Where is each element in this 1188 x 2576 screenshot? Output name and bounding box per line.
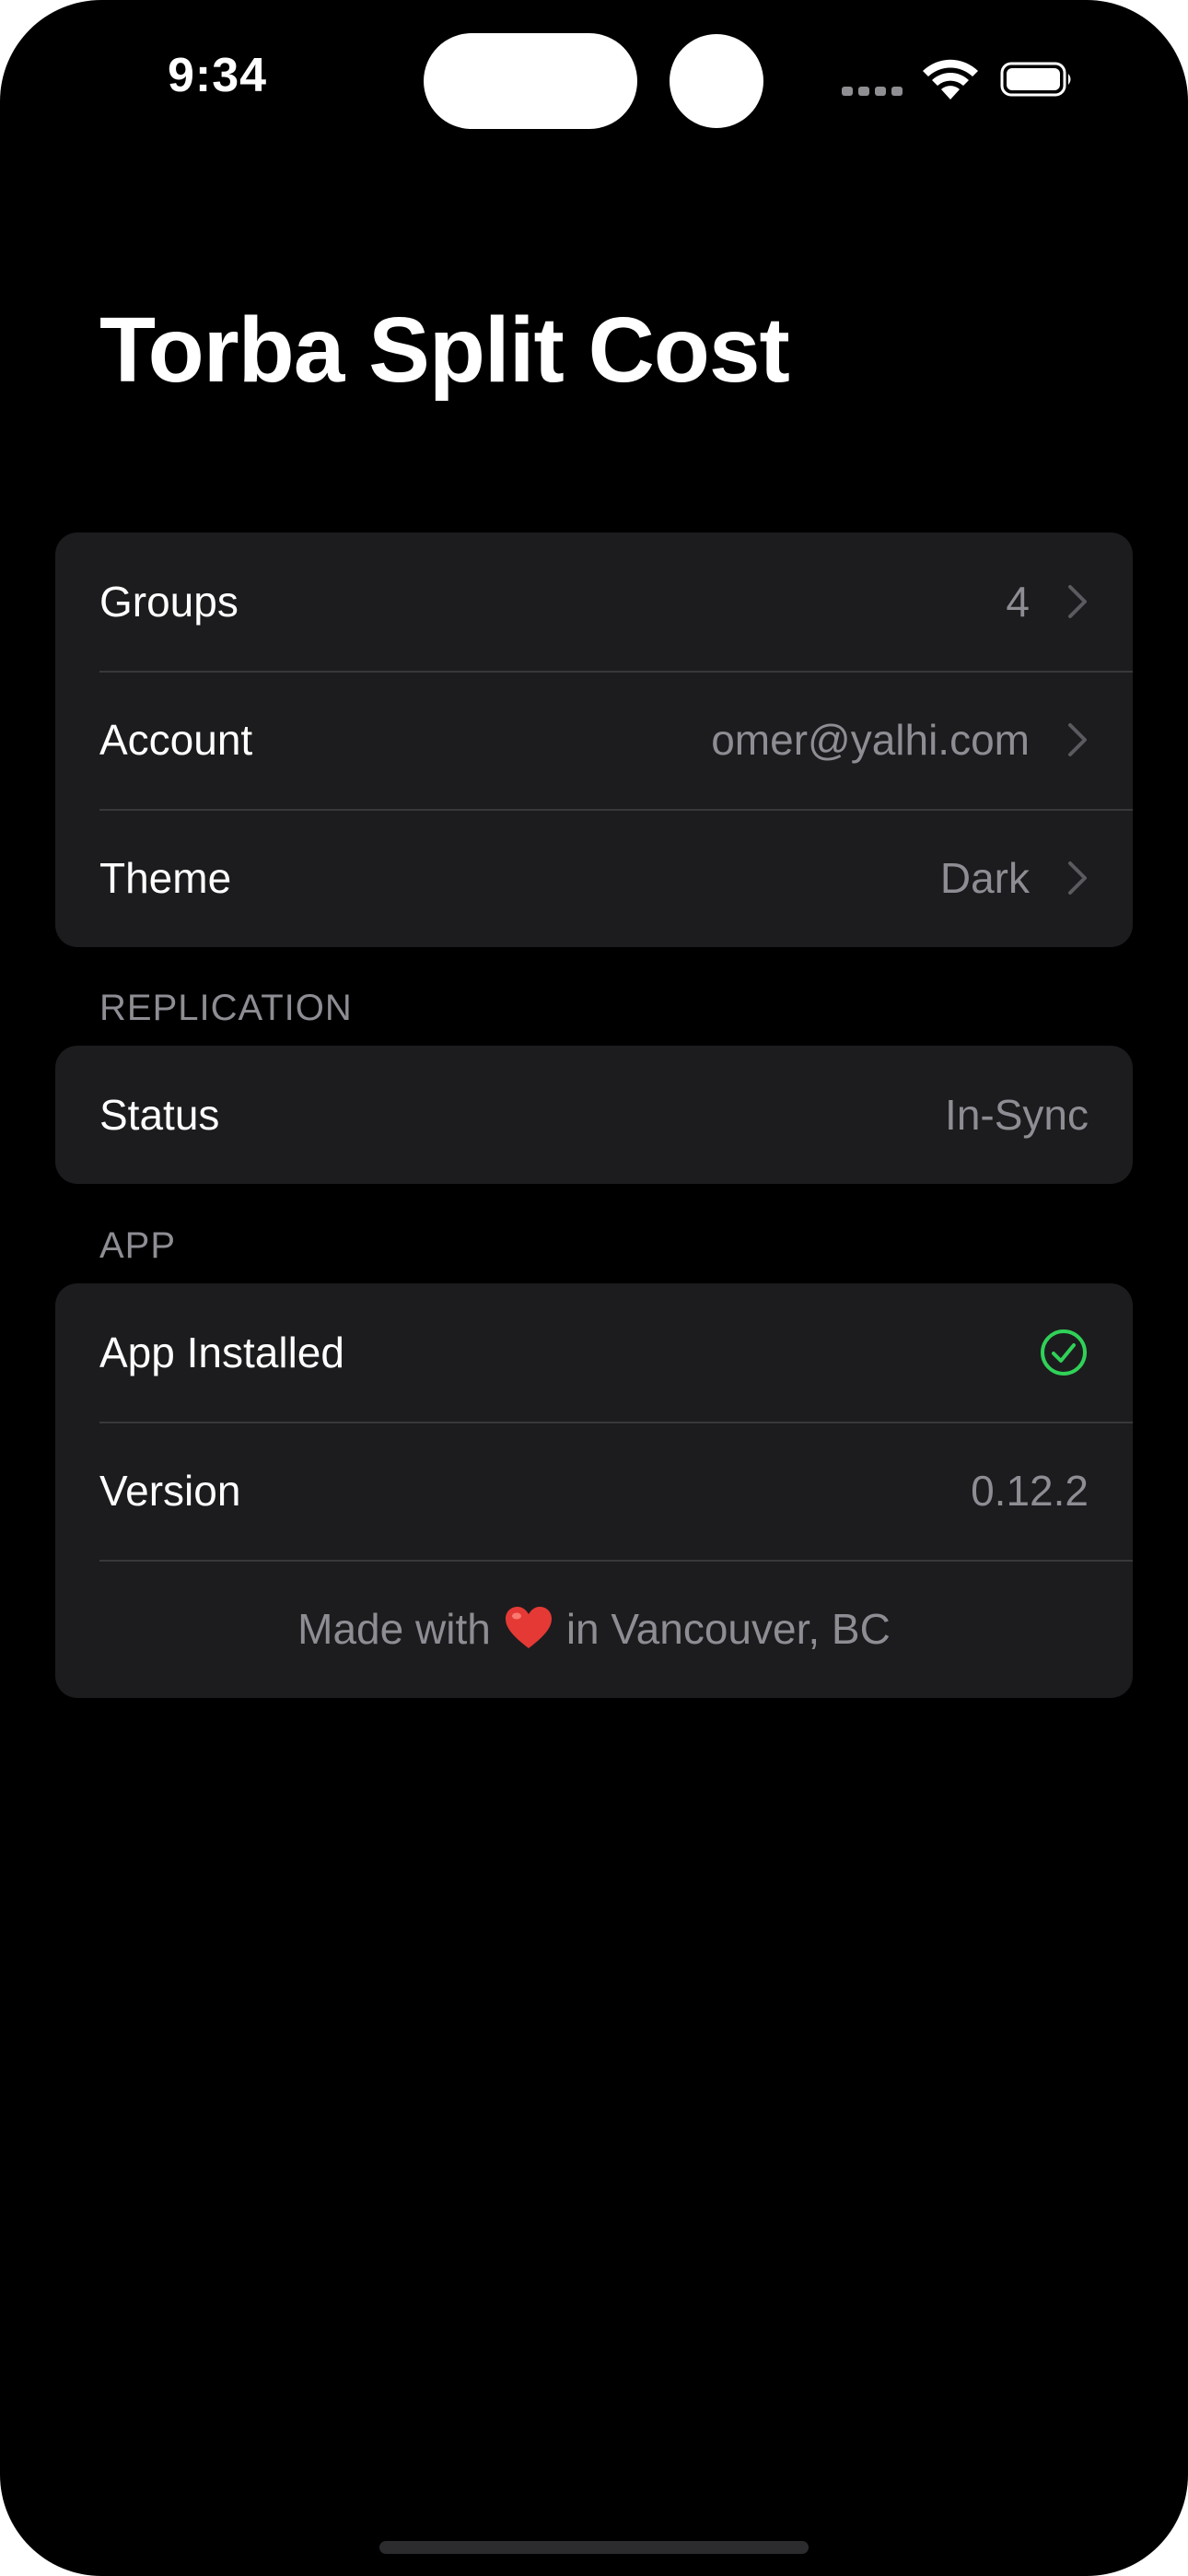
settings-group-app: App Installed Version 0.12.2 Made with i… [55, 1283, 1133, 1698]
settings-group-replication: Status In-Sync [55, 1046, 1133, 1184]
groups-count: 4 [1006, 578, 1030, 626]
replication-section-header: REPLICATION [99, 988, 353, 1028]
status-row: Status In-Sync [55, 1046, 1133, 1184]
account-label: Account [99, 716, 253, 764]
footer-text-start: Made with [297, 1605, 491, 1653]
groups-label: Groups [99, 578, 239, 626]
settings-group-main: Groups 4 Account omer@yalhi.com Theme Da… [55, 533, 1133, 947]
app-installed-row: App Installed [55, 1283, 1133, 1422]
home-indicator[interactable] [379, 2541, 809, 2554]
account-email: omer@yalhi.com [711, 716, 1030, 764]
theme-row[interactable]: Theme Dark [55, 809, 1133, 947]
status-label: Status [99, 1091, 220, 1139]
battery-icon [1000, 62, 1071, 97]
groups-row[interactable]: Groups 4 [55, 533, 1133, 671]
version-value: 0.12.2 [971, 1467, 1089, 1515]
theme-value: Dark [939, 854, 1030, 902]
app-installed-label: App Installed [99, 1329, 344, 1376]
camera-cutout [670, 34, 763, 128]
checkmark-circle-icon [1041, 1329, 1087, 1376]
footer-text-end: in Vancouver, BC [565, 1605, 891, 1653]
chevron-right-icon [1068, 585, 1087, 618]
version-label: Version [99, 1467, 241, 1515]
theme-label: Theme [99, 854, 232, 902]
cellular-signal-icon [842, 87, 903, 96]
chevron-right-icon [1068, 723, 1087, 756]
page-title: Torba Split Cost [99, 299, 790, 402]
dynamic-island [424, 33, 637, 129]
footer-text: Made with in Vancouver, BC [297, 1604, 891, 1654]
wifi-icon [923, 59, 978, 100]
status-value: In-Sync [945, 1091, 1089, 1139]
account-row[interactable]: Account omer@yalhi.com [55, 671, 1133, 809]
phone-screen: 9:34 Torba Split Cost Groups 4 Account o… [0, 0, 1188, 2576]
made-with-love-row: Made with in Vancouver, BC [55, 1560, 1133, 1698]
chevron-right-icon [1068, 861, 1087, 895]
version-row: Version 0.12.2 [55, 1422, 1133, 1560]
heart-icon [505, 1607, 552, 1648]
app-section-header: APP [99, 1225, 177, 1266]
status-time: 9:34 [168, 49, 268, 102]
